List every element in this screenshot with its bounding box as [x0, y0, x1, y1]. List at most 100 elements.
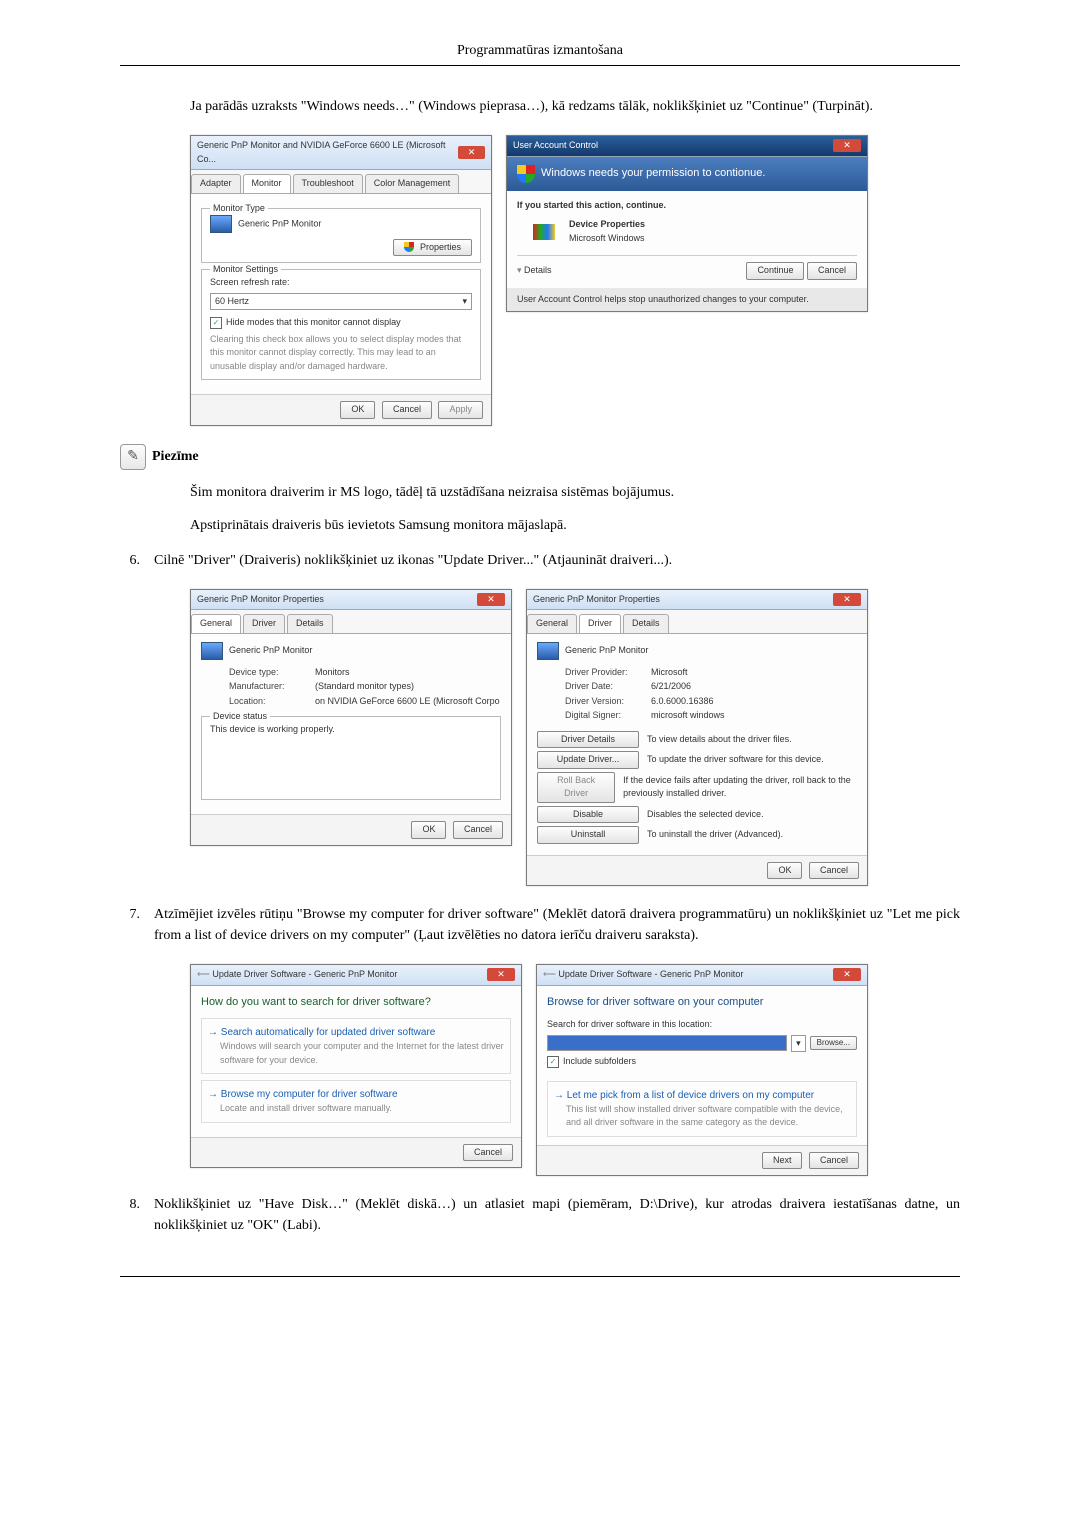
close-icon[interactable]: ✕	[833, 139, 861, 152]
wizard-option-pick-desc: This list will show installed driver sof…	[566, 1103, 850, 1130]
next-button[interactable]: Next	[762, 1152, 803, 1170]
digital-signer-value: microsoft windows	[651, 709, 725, 723]
props-general-titlebar: Generic PnP Monitor Properties ✕	[191, 590, 511, 611]
monitor-dialog-title: Generic PnP Monitor and NVIDIA GeForce 6…	[197, 139, 458, 166]
tab-driver[interactable]: Driver	[243, 614, 285, 633]
wizard-location-input[interactable]	[547, 1035, 787, 1051]
tab-general[interactable]: General	[191, 614, 241, 633]
apply-button[interactable]: Apply	[438, 401, 483, 419]
wizard-option-auto[interactable]: → Search automatically for updated drive…	[201, 1018, 511, 1074]
shield-icon	[517, 165, 535, 183]
wizard-search-heading: How do you want to search for driver sof…	[201, 994, 511, 1011]
shield-icon	[404, 242, 414, 252]
monitor-type-group: Monitor Type Generic PnP Monitor Propert…	[201, 208, 481, 264]
wizard-browse-title: Update Driver Software - Generic PnP Mon…	[558, 969, 743, 979]
wizard-search-title: Update Driver Software - Generic PnP Mon…	[212, 969, 397, 979]
close-icon[interactable]: ✕	[833, 593, 861, 606]
location-value: on NVIDIA GeForce 6600 LE (Microsoft Cor…	[315, 695, 500, 709]
uac-details-toggle[interactable]: ▾ Details	[517, 264, 552, 278]
browse-button[interactable]: Browse...	[810, 1036, 857, 1050]
uac-dialog: User Account Control ✕ Windows needs you…	[506, 135, 868, 312]
hide-modes-row: ✓ Hide modes that this monitor cannot dis…	[210, 316, 472, 330]
note-row: ✎ Piezīme	[120, 444, 960, 470]
wizard-option-auto-desc: Windows will search your computer and th…	[220, 1040, 504, 1067]
tab-monitor[interactable]: Monitor	[243, 174, 291, 193]
cancel-button[interactable]: Cancel	[463, 1144, 513, 1162]
windows-flag-icon	[533, 224, 555, 240]
include-subfolders-checkbox[interactable]: ✓	[547, 1056, 559, 1068]
driver-version-key: Driver Version:	[565, 695, 645, 709]
location-key: Location:	[229, 695, 309, 709]
tab-adapter[interactable]: Adapter	[191, 174, 241, 193]
cancel-button[interactable]: Cancel	[809, 1152, 859, 1170]
update-driver-desc: To update the driver software for this d…	[647, 753, 824, 767]
back-icon[interactable]: ⟵	[543, 969, 558, 979]
hide-modes-checkbox[interactable]: ✓	[210, 317, 222, 329]
tab-color-management[interactable]: Color Management	[365, 174, 460, 193]
manufacturer-value: (Standard monitor types)	[315, 680, 414, 694]
wizard-browse-body: Browse for driver software on your compu…	[537, 986, 867, 1145]
wizard-search-dialog: ⟵ Update Driver Software - Generic PnP M…	[190, 964, 522, 1168]
step-7-text: Atzīmējiet izvēles rūtiņu "Browse my com…	[154, 904, 960, 946]
note-line-1: Šim monitora draiverim ir MS logo, tādēļ…	[190, 482, 960, 503]
props-driver-body: Generic PnP Monitor Driver Provider:Micr…	[527, 634, 867, 855]
ok-button[interactable]: OK	[767, 862, 802, 880]
tab-details[interactable]: Details	[287, 614, 333, 633]
chevron-down-icon: ▾	[462, 295, 467, 309]
properties-button[interactable]: Properties	[393, 239, 472, 257]
rollback-driver-button[interactable]: Roll Back Driver	[537, 772, 615, 803]
wizard-option-browse[interactable]: → Browse my computer for driver software…	[201, 1080, 511, 1123]
update-driver-button[interactable]: Update Driver...	[537, 751, 639, 769]
props-general-dialog: Generic PnP Monitor Properties ✕ General…	[190, 589, 512, 846]
wizard-option-auto-label: Search automatically for updated driver …	[221, 1027, 436, 1038]
hide-modes-label: Hide modes that this monitor cannot disp…	[226, 317, 401, 327]
uac-program: Device Properties	[569, 218, 645, 232]
device-name: Generic PnP Monitor	[229, 644, 312, 658]
refresh-rate-select[interactable]: 60 Hertz▾	[210, 293, 472, 311]
tab-driver[interactable]: Driver	[579, 614, 621, 633]
wizard-search-body: How do you want to search for driver sof…	[191, 986, 521, 1137]
wizard-search-titlebar: ⟵ Update Driver Software - Generic PnP M…	[191, 965, 521, 986]
cancel-button[interactable]: Cancel	[809, 862, 859, 880]
wizard-option-browse-desc: Locate and install driver software manua…	[220, 1102, 504, 1116]
close-icon[interactable]: ✕	[477, 593, 505, 606]
ok-button[interactable]: OK	[411, 821, 446, 839]
close-icon[interactable]: ✕	[833, 968, 861, 981]
tab-troubleshoot[interactable]: Troubleshoot	[293, 174, 363, 193]
cancel-button[interactable]: Cancel	[807, 262, 857, 280]
driver-details-button[interactable]: Driver Details	[537, 731, 639, 749]
wizard-option-pick[interactable]: → Let me pick from a list of device driv…	[547, 1081, 857, 1137]
cancel-button[interactable]: Cancel	[382, 401, 432, 419]
monitor-settings-group: Monitor Settings Screen refresh rate: 60…	[201, 269, 481, 380]
props-general-tabs: General Driver Details	[191, 610, 511, 634]
back-icon[interactable]: ⟵	[197, 969, 212, 979]
uac-banner: Windows needs your permission to contion…	[507, 157, 867, 191]
wizard-option-pick-label: Let me pick from a list of device driver…	[567, 1090, 814, 1101]
disable-button[interactable]: Disable	[537, 806, 639, 824]
wizard-option-browse-label: Browse my computer for driver software	[221, 1089, 398, 1100]
driver-provider-value: Microsoft	[651, 666, 688, 680]
uninstall-button[interactable]: Uninstall	[537, 826, 639, 844]
cancel-button[interactable]: Cancel	[453, 821, 503, 839]
close-icon[interactable]: ✕	[487, 968, 515, 981]
driver-date-key: Driver Date:	[565, 680, 645, 694]
props-driver-title: Generic PnP Monitor Properties	[533, 593, 660, 607]
tab-general[interactable]: General	[527, 614, 577, 633]
step-8: 8. Noklikšķiniet uz "Have Disk…" (Meklēt…	[120, 1194, 960, 1236]
close-icon[interactable]: ✕	[458, 146, 485, 159]
monitor-type-label: Monitor Type	[210, 202, 268, 216]
ok-button[interactable]: OK	[340, 401, 375, 419]
uac-body: If you started this action, continue. De…	[507, 191, 867, 288]
wizard-browse-titlebar: ⟵ Update Driver Software - Generic PnP M…	[537, 965, 867, 986]
step-7-number: 7.	[120, 904, 140, 946]
wizard-browse-heading: Browse for driver software on your compu…	[547, 994, 857, 1011]
chevron-down-icon[interactable]: ▾	[791, 1035, 806, 1053]
continue-button[interactable]: Continue	[746, 262, 804, 280]
props-driver-footer: OK Cancel	[527, 855, 867, 886]
device-name: Generic PnP Monitor	[565, 644, 648, 658]
screenshot-row-3: ⟵ Update Driver Software - Generic PnP M…	[190, 964, 960, 1176]
device-status-text: This device is working properly.	[210, 723, 492, 737]
uac-titlebar: User Account Control ✕	[507, 136, 867, 157]
step-8-number: 8.	[120, 1194, 140, 1236]
tab-details[interactable]: Details	[623, 614, 669, 633]
